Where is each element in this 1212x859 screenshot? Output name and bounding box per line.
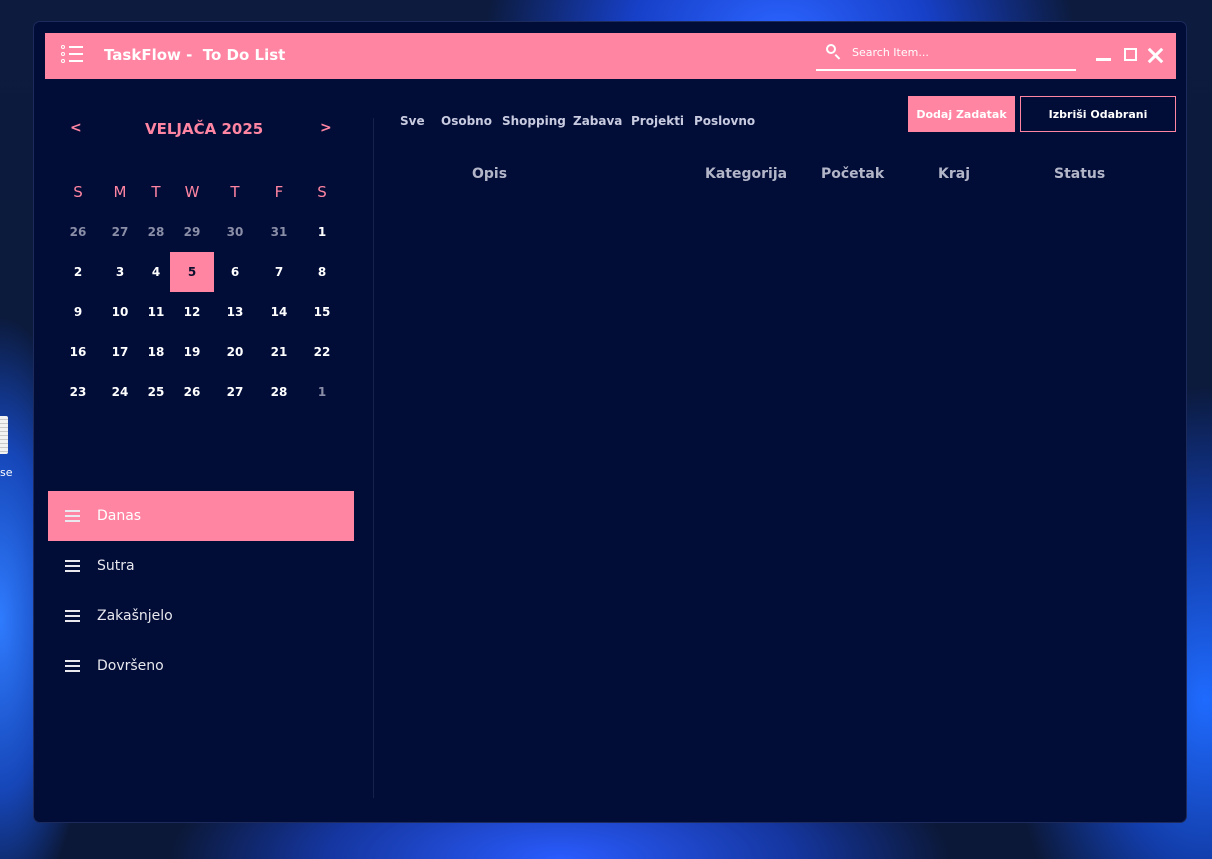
calendar-prev-button[interactable]: < xyxy=(70,120,82,136)
tab-osobno[interactable]: Osobno xyxy=(441,114,492,128)
search-input[interactable] xyxy=(850,42,1064,62)
nav-item-danas[interactable]: Danas xyxy=(48,491,354,541)
calendar-day[interactable]: 30 xyxy=(213,212,257,252)
column-header[interactable]: Kategorija xyxy=(705,166,787,182)
weekday-header: F xyxy=(274,183,284,201)
calendar-day[interactable]: 22 xyxy=(300,332,344,372)
tab-sve[interactable]: Sve xyxy=(400,114,425,128)
sidebar-divider xyxy=(373,118,374,798)
column-header[interactable]: Početak xyxy=(821,166,884,182)
calendar-day[interactable]: 12 xyxy=(170,292,214,332)
close-icon[interactable] xyxy=(1147,47,1163,63)
calendar-day[interactable]: 2 xyxy=(56,252,100,292)
nav-list: Danas Sutra Zakašnjelo Dovršeno xyxy=(48,491,354,691)
column-header[interactable]: Status xyxy=(1054,166,1105,182)
calendar-month-label: VELJAČA 2025 xyxy=(145,120,264,138)
desktop-file-label: se xyxy=(0,466,13,479)
column-header[interactable]: Kraj xyxy=(938,166,970,182)
delete-selected-button[interactable]: Izbriši Odabrani xyxy=(1020,96,1176,132)
sidebar: < VELJAČA 2025 > S M T W T F S 26 27 28 29 30 31 1 2 3 4… xyxy=(34,92,374,822)
calendar-day[interactable]: 26 xyxy=(170,372,214,412)
column-header[interactable]: Opis xyxy=(472,166,507,182)
calendar-day[interactable]: 28 xyxy=(257,372,301,412)
calendar-day[interactable]: 13 xyxy=(213,292,257,332)
nav-item-label: Sutra xyxy=(97,558,135,574)
calendar-day[interactable]: 1 xyxy=(300,372,344,412)
menu-icon xyxy=(65,610,81,622)
calendar-day[interactable]: 27 xyxy=(213,372,257,412)
nav-item-label: Zakašnjelo xyxy=(97,608,173,624)
minimize-icon[interactable] xyxy=(1096,47,1112,63)
desktop-file-icon[interactable] xyxy=(0,416,14,456)
nav-item-dovršeno[interactable]: Dovršeno xyxy=(48,641,354,691)
nav-item-label: Dovršeno xyxy=(97,658,164,674)
search-icon xyxy=(826,44,836,54)
tab-poslovno[interactable]: Poslovno xyxy=(694,114,755,128)
calendar-day[interactable]: 5 xyxy=(170,252,214,292)
calendar-day[interactable]: 15 xyxy=(300,292,344,332)
calendar-day[interactable]: 26 xyxy=(56,212,100,252)
menu-icon xyxy=(65,510,81,522)
menu-icon xyxy=(65,660,81,672)
menu-icon xyxy=(65,560,81,572)
app-title: TaskFlow - To Do List xyxy=(104,46,286,64)
calendar-day[interactable]: 20 xyxy=(213,332,257,372)
weekday-header: S xyxy=(73,183,83,201)
nav-item-sutra[interactable]: Sutra xyxy=(48,541,354,591)
calendar-day[interactable]: 9 xyxy=(56,292,100,332)
title-bar: TaskFlow - To Do List xyxy=(45,33,1176,79)
calendar-day[interactable]: 7 xyxy=(257,252,301,292)
tab-zabava[interactable]: Zabava xyxy=(573,114,622,128)
calendar-day[interactable]: 19 xyxy=(170,332,214,372)
weekday-header: S xyxy=(317,183,327,201)
tab-shopping[interactable]: Shopping xyxy=(502,114,566,128)
tab-projekti[interactable]: Projekti xyxy=(631,114,684,128)
maximize-icon[interactable] xyxy=(1123,47,1139,63)
calendar-day[interactable]: 6 xyxy=(213,252,257,292)
calendar-day[interactable]: 31 xyxy=(257,212,301,252)
calendar-day[interactable]: 21 xyxy=(257,332,301,372)
checklist-icon xyxy=(61,45,83,65)
calendar-day[interactable]: 14 xyxy=(257,292,301,332)
calendar-day[interactable]: 23 xyxy=(56,372,100,412)
nav-item-label: Danas xyxy=(97,508,142,524)
calendar-day[interactable]: 16 xyxy=(56,332,100,372)
app-window: TaskFlow - To Do List < VELJAČA 2025 > S… xyxy=(33,21,1187,823)
calendar-day[interactable]: 8 xyxy=(300,252,344,292)
add-task-button[interactable]: Dodaj Zadatak xyxy=(908,96,1015,132)
search-bar[interactable] xyxy=(816,37,1076,71)
weekday-header: T xyxy=(230,183,240,201)
weekday-header: W xyxy=(184,183,200,201)
calendar-next-button[interactable]: > xyxy=(320,120,332,136)
nav-item-zakašnjelo[interactable]: Zakašnjelo xyxy=(48,591,354,641)
calendar-day[interactable]: 29 xyxy=(170,212,214,252)
calendar-day[interactable]: 1 xyxy=(300,212,344,252)
